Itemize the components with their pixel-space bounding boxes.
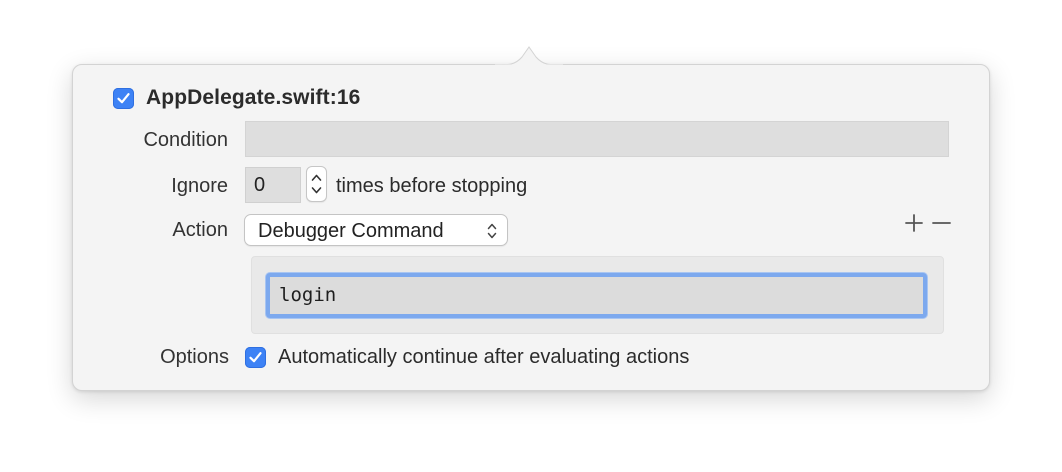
- ignore-count-stepper[interactable]: [306, 166, 327, 202]
- options-label: Options: [160, 346, 229, 368]
- stepper-arrows-icon: [311, 174, 322, 194]
- plus-icon[interactable]: [903, 212, 925, 234]
- popover-arrow: [495, 46, 563, 66]
- auto-continue-label: Automatically continue after evaluating …: [278, 346, 690, 368]
- condition-label: Condition: [143, 129, 228, 151]
- minus-icon[interactable]: [930, 212, 952, 234]
- breakpoint-enabled-checkbox[interactable]: [113, 88, 134, 109]
- checkmark-icon: [117, 93, 130, 104]
- action-label: Action: [172, 219, 228, 241]
- action-type-popup[interactable]: Debugger Command: [244, 214, 508, 246]
- condition-field[interactable]: [245, 121, 949, 157]
- breakpoint-title: AppDelegate.swift:16: [146, 86, 361, 109]
- stage: AppDelegate.swift:16 Condition Ignore 0 …: [0, 0, 1062, 472]
- ignore-suffix-text: times before stopping: [336, 175, 528, 197]
- ignore-label: Ignore: [171, 175, 228, 197]
- up-down-chevron-icon: [487, 223, 497, 239]
- ignore-count-field[interactable]: 0: [245, 167, 301, 203]
- auto-continue-checkbox[interactable]: [245, 347, 266, 368]
- checkmark-icon: [249, 352, 262, 363]
- action-type-value: Debugger Command: [258, 220, 444, 242]
- debugger-command-field[interactable]: login: [266, 273, 927, 318]
